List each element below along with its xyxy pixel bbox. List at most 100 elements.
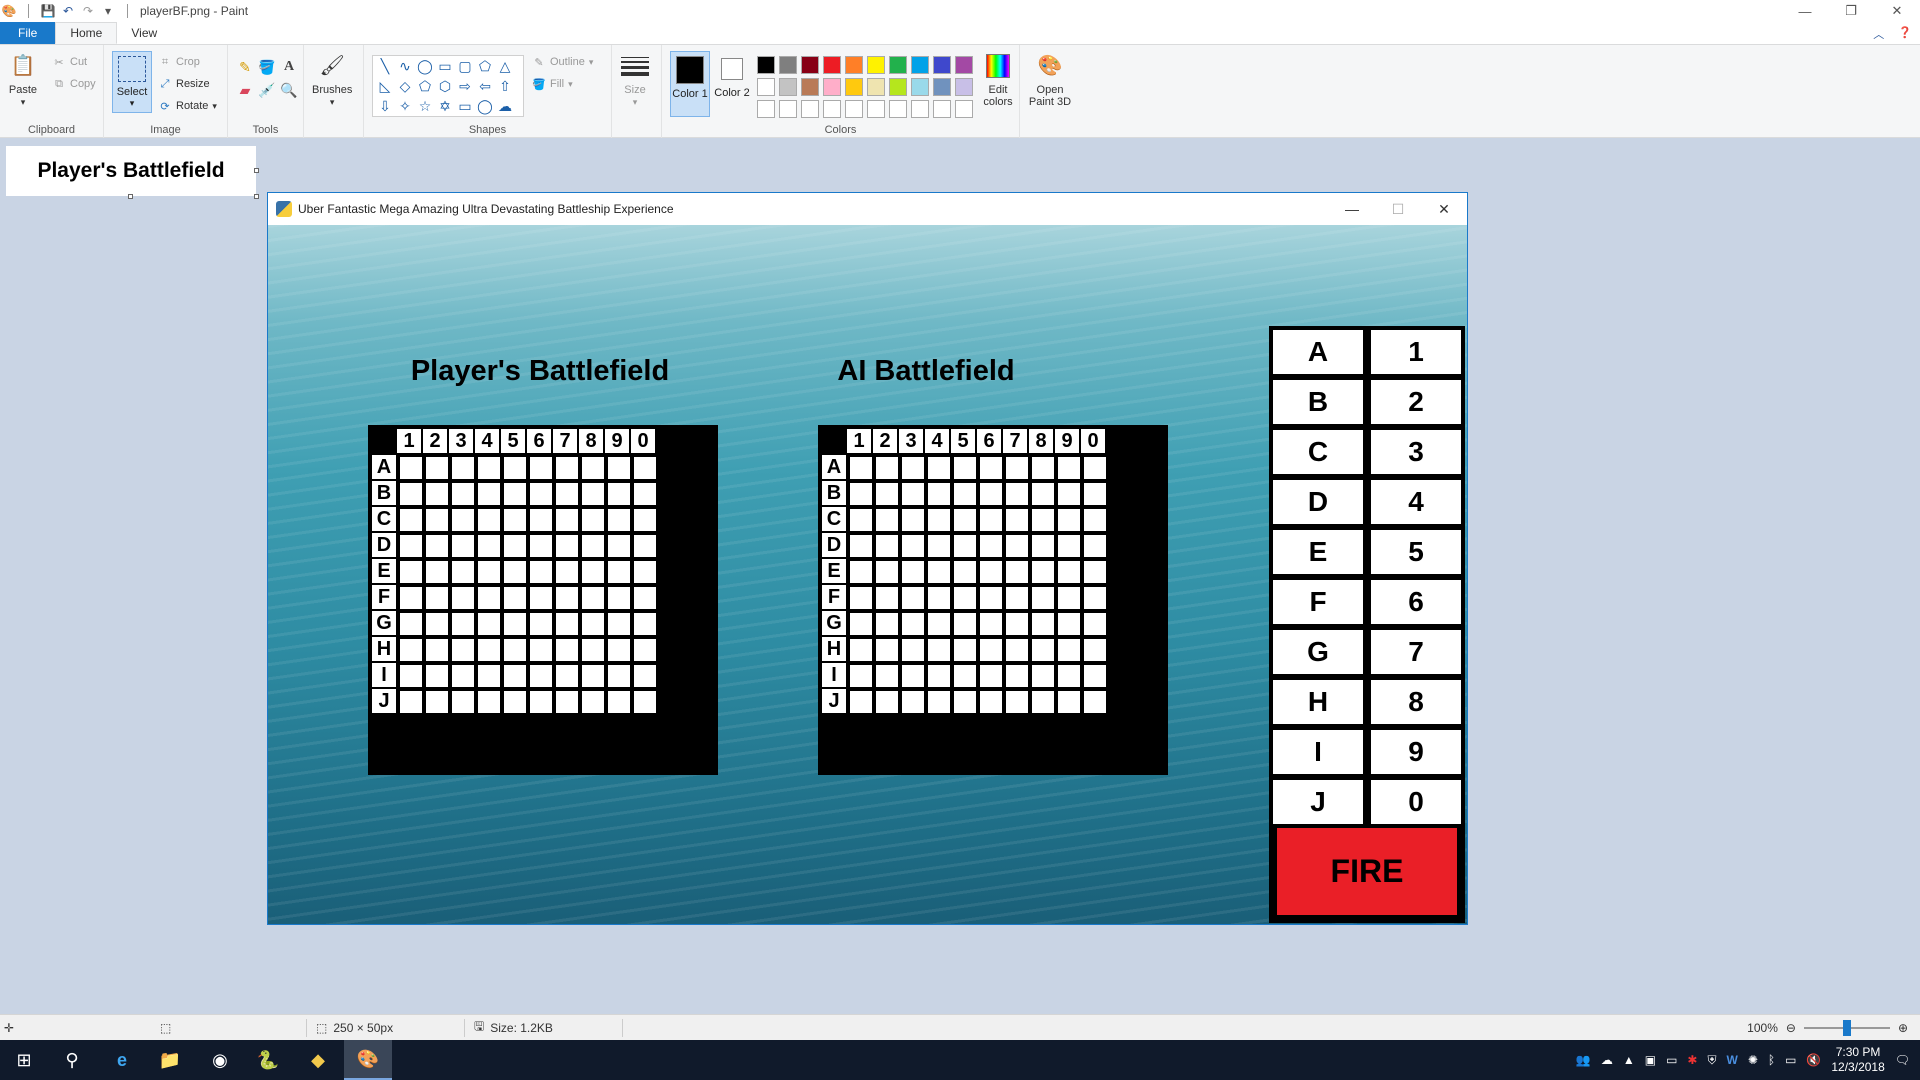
column-select-button[interactable]: 8 [1371,680,1461,724]
ai-grid-cell[interactable] [928,535,950,557]
callout-shape-icon[interactable]: ▭ [455,96,475,116]
ai-grid-cell[interactable] [954,483,976,505]
copy-button[interactable]: ⧉ Copy [52,77,96,91]
column-select-button[interactable]: 3 [1371,430,1461,474]
ai-grid-cell[interactable] [980,665,1002,687]
color-picker-icon[interactable]: 💉 [256,82,278,99]
player-grid-cell[interactable] [634,561,656,583]
restore-button[interactable]: ❐ [1828,0,1874,22]
player-grid-cell[interactable] [478,509,500,531]
ai-grid-cell[interactable] [1058,691,1080,713]
brushes-button[interactable]: 🖌 Brushes ▾ [312,51,352,108]
player-grid-cell[interactable] [608,691,630,713]
game-close-button[interactable]: ✕ [1421,193,1467,225]
resize-button[interactable]: ⤢ Resize [158,77,210,91]
ai-grid-cell[interactable] [876,457,898,479]
column-select-button[interactable]: 6 [1371,580,1461,624]
game-minimize-button[interactable]: — [1329,193,1375,225]
player-grid-cell[interactable] [400,535,422,557]
ai-grid-cell[interactable] [902,613,924,635]
rounded-rectangle-shape-icon[interactable]: ▢ [455,56,475,76]
player-grid-cell[interactable] [478,613,500,635]
game-maximize-button[interactable]: ☐ [1375,193,1421,225]
player-grid-cell[interactable] [556,483,578,505]
player-grid-cell[interactable] [426,457,448,479]
six-point-star-shape-icon[interactable]: ✡ [435,96,455,116]
ai-grid-cell[interactable] [954,535,976,557]
ai-grid-cell[interactable] [1032,535,1054,557]
player-grid-cell[interactable] [608,561,630,583]
player-grid-cell[interactable] [634,535,656,557]
player-grid-cell[interactable] [634,457,656,479]
ai-grid-cell[interactable] [1006,483,1028,505]
paint-app-icon[interactable]: 🎨 [2,4,17,18]
ai-grid-cell[interactable] [850,483,872,505]
resize-handle-corner[interactable] [254,194,259,199]
player-grid-cell[interactable] [478,665,500,687]
row-select-button[interactable]: H [1273,680,1363,724]
column-select-button[interactable]: 9 [1371,730,1461,774]
ai-grid-cell[interactable] [1084,613,1106,635]
curve-shape-icon[interactable]: ∿ [395,56,415,76]
player-grid-cell[interactable] [582,665,604,687]
right-triangle-shape-icon[interactable]: ◺ [375,76,395,96]
player-grid-cell[interactable] [530,535,552,557]
ai-grid-cell[interactable] [1032,691,1054,713]
player-grid-cell[interactable] [400,613,422,635]
ai-grid-cell[interactable] [850,587,872,609]
column-select-button[interactable]: 4 [1371,480,1461,524]
ai-grid-cell[interactable] [1058,561,1080,583]
palette-swatch[interactable] [823,56,841,74]
ai-grid-cell[interactable] [980,587,1002,609]
five-point-star-shape-icon[interactable]: ☆ [415,96,435,116]
player-grid-cell[interactable] [608,613,630,635]
player-grid-cell[interactable] [400,665,422,687]
ai-grid-cell[interactable] [1084,691,1106,713]
outline-button[interactable]: ✎ Outline ▾ [532,55,593,69]
ai-grid-cell[interactable] [928,457,950,479]
ai-grid-cell[interactable] [850,613,872,635]
ai-grid-cell[interactable] [1058,639,1080,661]
left-arrow-shape-icon[interactable]: ⇦ [475,76,495,96]
player-grid-cell[interactable] [452,483,474,505]
player-grid-cell[interactable] [426,613,448,635]
ai-grid-cell[interactable] [954,639,976,661]
ai-grid-cell[interactable] [954,457,976,479]
player-grid-cell[interactable] [452,587,474,609]
palette-swatch[interactable] [845,78,863,96]
ai-grid-cell[interactable] [980,613,1002,635]
ai-grid-cell[interactable] [1084,535,1106,557]
ai-grid-cell[interactable] [902,457,924,479]
player-grid-cell[interactable] [400,483,422,505]
clock[interactable]: 7:30 PM 12/3/2018 [1831,1045,1884,1075]
up-arrow-shape-icon[interactable]: ⇧ [495,76,515,96]
display-icon[interactable]: ▭ [1785,1053,1796,1067]
ai-grid-cell[interactable] [876,639,898,661]
start-button[interactable]: ⊞ [0,1040,48,1080]
ai-grid-cell[interactable] [876,483,898,505]
player-grid-cell[interactable] [504,691,526,713]
player-grid-cell[interactable] [400,509,422,531]
column-select-button[interactable]: 1 [1371,330,1461,374]
color1-button[interactable]: Color 1 [670,51,710,117]
ai-grid-cell[interactable] [954,561,976,583]
pencil-icon[interactable]: ✎ [234,59,256,76]
pentagon-shape-icon[interactable]: ⬠ [415,76,435,96]
palette-swatch[interactable] [757,100,775,118]
save-icon[interactable]: 💾 [41,4,56,18]
player-grid-cell[interactable] [504,483,526,505]
player-grid-cell[interactable] [582,483,604,505]
paste-button[interactable]: 📋 Paste ▾ [8,51,38,108]
ai-grid-cell[interactable] [928,613,950,635]
file-explorer-icon[interactable]: 📁 [146,1040,194,1080]
player-grid-cell[interactable] [634,587,656,609]
eraser-icon[interactable]: ▰ [234,82,256,99]
help-icon[interactable]: ❓ [1898,26,1912,42]
rotate-button[interactable]: ⟳ Rotate ▾ [158,99,217,113]
tab-view[interactable]: View [117,22,171,44]
row-select-button[interactable]: A [1273,330,1363,374]
ai-grid-cell[interactable] [876,665,898,687]
player-grid-cell[interactable] [530,613,552,635]
palette-swatch[interactable] [889,78,907,96]
ai-grid-cell[interactable] [902,561,924,583]
